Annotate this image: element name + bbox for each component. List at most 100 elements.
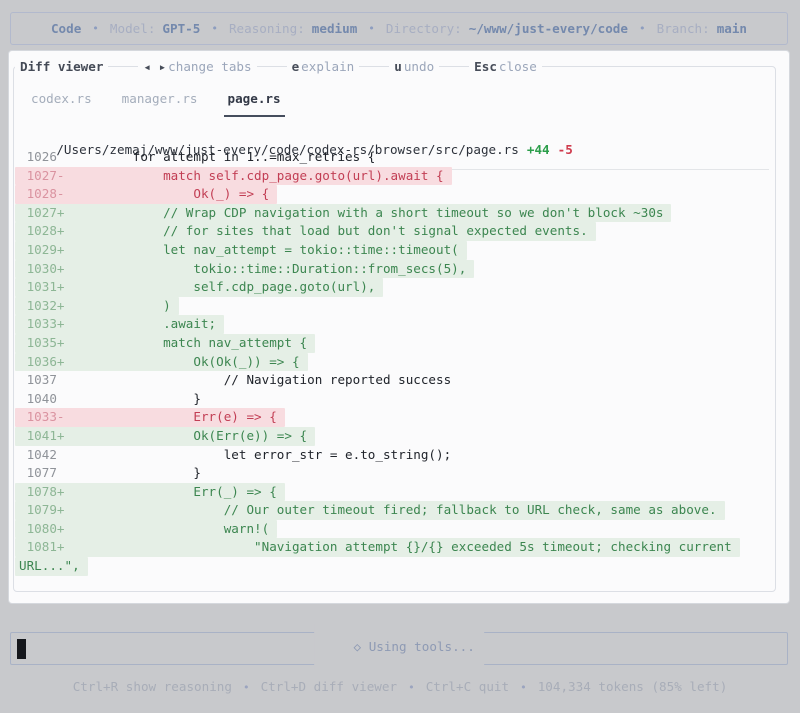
diff-line-highlight: 1033- Err(e) => { [15, 408, 285, 427]
diff-line-highlight: 1078+ Err(_) => { [15, 482, 285, 502]
diff-viewer-title: Diff viewer [15, 58, 109, 74]
diff-line-highlight: 1033+ .await; [15, 315, 225, 334]
diff-line-highlight: 1027- match self.cdp_page.goto(url).awai… [15, 166, 452, 186]
line-number: 1081+ [19, 539, 73, 555]
session-status-bar: Code • Model: GPT-5 • Reasoning: medium • Direct… [10, 12, 788, 45]
composer-input[interactable]: ◇ Using tools... [10, 624, 788, 669]
diff-line: 1027+ // Wrap CDP navigation with a shor… [15, 203, 785, 223]
topbar-value: GPT-5 [162, 21, 201, 36]
topbar-value: main [716, 21, 748, 36]
app-name: Code [50, 21, 82, 36]
diff-line-highlight: 1042 let error_str = e.to_string(); [15, 446, 459, 465]
footer-hint: Ctrl+D diff viewer [260, 679, 398, 694]
diff-viewer-header: Diff viewer ◂ ▸ change tabs e explain u undo Es… [13, 57, 768, 75]
topbar-label: Reasoning: [228, 21, 305, 36]
diff-line-highlight: 1080+ warn!( [15, 519, 278, 539]
line-code: Err(_) => { [72, 483, 277, 499]
line-code: Ok(_) => { [72, 186, 270, 202]
tab-manager-rs[interactable]: manager.rs [118, 91, 202, 117]
diff-viewer-panel: Diff viewer ◂ ▸ change tabs e explain u undo Es… [8, 50, 790, 604]
line-code: let nav_attempt = tokio::time::timeout( [72, 241, 459, 257]
diff-line: 1026 for attempt in 1..=max_retries { [15, 148, 785, 167]
line-code: } [72, 390, 201, 406]
diff-line: 1027- match self.cdp_page.goto(url).awai… [15, 166, 785, 186]
topbar-value: ~/www/just-every/code [468, 21, 628, 36]
line-number: 1033+ [19, 316, 73, 332]
line-number: 1042 [19, 446, 73, 462]
tab-codex-rs[interactable]: codex.rs [27, 91, 96, 117]
separator-dot: • [520, 681, 527, 694]
line-code: Ok(Err(e)) => { [72, 427, 308, 443]
line-number: 1080+ [19, 520, 73, 536]
using-tools-status: ◇ Using tools... [314, 624, 484, 669]
topbar-label: Model: [109, 21, 156, 36]
status-label: Using tools... [368, 639, 475, 654]
line-code: .await; [72, 316, 217, 332]
tab-page-rs[interactable]: page.rs [223, 91, 285, 117]
line-code: Ok(Ok(_)) => { [72, 353, 300, 369]
hint-label: close [498, 58, 537, 74]
header-hint: u undo [389, 58, 440, 74]
diff-line-highlight: URL...", [15, 557, 88, 576]
topbar-label: Branch: [656, 21, 710, 36]
diff-line-highlight: 1079+ // Our outer timeout fired; fallba… [15, 501, 725, 520]
line-number: 1041+ [19, 427, 73, 443]
hint-key: e [291, 58, 300, 74]
line-code: match nav_attempt { [72, 334, 308, 350]
line-number: 1027- [19, 167, 73, 183]
line-code: ) [72, 297, 171, 313]
header-hint: ◂ ▸ change tabs [138, 58, 257, 74]
diff-line: 1036+ Ok(Ok(_)) => { [15, 352, 785, 372]
line-number: 1033- [19, 409, 73, 425]
diff-line-highlight: 1028+ // for sites that load but don't s… [15, 222, 596, 241]
diff-line: 1033- Err(e) => { [15, 408, 785, 427]
diff-line: 1035+ match nav_attempt { [15, 333, 785, 353]
hint-key: u [394, 58, 402, 74]
line-number: 1078+ [19, 483, 73, 499]
separator-dot: • [92, 22, 99, 35]
diff-line-highlight: 1026 for attempt in 1..=max_retries { [15, 148, 383, 167]
line-number: 1029+ [19, 241, 73, 257]
diff-line: URL...", [15, 557, 785, 576]
diff-line: 1040 } [15, 390, 785, 409]
diff-line: 1037 // Navigation reported success [15, 371, 785, 390]
line-number: 1079+ [19, 502, 73, 518]
diff-line-highlight: 1041+ Ok(Err(e)) => { [15, 426, 316, 446]
diff-line-highlight: 1036+ Ok(Ok(_)) => { [15, 352, 308, 372]
header-hint: Esc close [469, 58, 542, 74]
line-code: let error_str = e.to_string(); [72, 446, 452, 462]
diff-file-tabs: codex.rs manager.rs page.rs [27, 91, 285, 117]
diff-lines: 1026 for attempt in 1..=max_retries { 10… [15, 148, 785, 576]
footer-hints: Ctrl+R show reasoning • Ctrl+D diff viewer… [0, 679, 800, 694]
line-number: 1026 [19, 149, 73, 164]
diff-line: 1079+ // Our outer timeout fired; fallba… [15, 501, 785, 520]
diff-line-highlight: 1027+ // Wrap CDP navigation with a shor… [15, 203, 672, 223]
diff-line-highlight: 1040 } [15, 390, 209, 409]
line-code: self.cdp_page.goto(url), [72, 279, 376, 295]
diff-line: 1077 } [15, 464, 785, 483]
hint-label: change tabs [168, 58, 252, 74]
line-number: 1037 [19, 372, 73, 388]
diff-line: 1031+ self.cdp_page.goto(url), [15, 278, 785, 297]
diff-line-highlight: 1031+ self.cdp_page.goto(url), [15, 278, 384, 297]
separator-dot: • [638, 22, 646, 35]
line-number: 1035+ [19, 334, 73, 350]
diff-line-highlight: 1077 } [15, 464, 209, 483]
line-number: 1036+ [19, 353, 73, 369]
line-code: // Our outer timeout fired; fallback to … [72, 502, 717, 518]
topbar-value: medium [311, 21, 358, 36]
header-hint: e explain [286, 58, 360, 74]
diff-line: 1042 let error_str = e.to_string(); [15, 446, 785, 465]
line-code: match self.cdp_page.goto(url).await { [72, 167, 444, 183]
diff-line-highlight: 1029+ let nav_attempt = tokio::time::tim… [15, 240, 467, 260]
text-cursor [17, 639, 26, 659]
diff-line: 1033+ .await; [15, 315, 785, 334]
line-number: 1028- [19, 186, 73, 202]
diff-line: 1030+ tokio::time::Duration::from_secs(5… [15, 259, 785, 279]
diff-line: 1078+ Err(_) => { [15, 482, 785, 502]
separator-dot: • [408, 681, 415, 694]
line-number: 1028+ [19, 223, 73, 239]
diff-line: 1041+ Ok(Err(e)) => { [15, 426, 785, 446]
separator-dot: • [211, 22, 218, 35]
footer-hint: 104,334 tokens (85% left) [537, 679, 728, 694]
